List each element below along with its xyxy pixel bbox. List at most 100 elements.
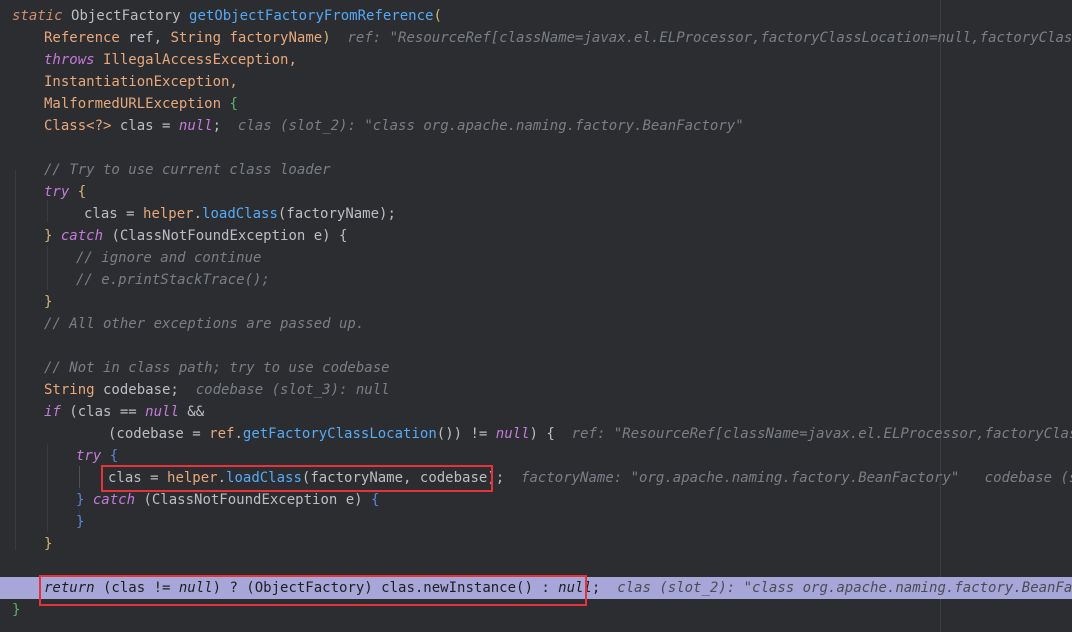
- code-line-28: }: [12, 599, 1072, 621]
- field-helper: helper: [143, 206, 194, 222]
- exception-type: MalformedURLException: [44, 96, 222, 112]
- code-line-20: (codebase = ref.getFactoryClassLocation(…: [108, 423, 1072, 445]
- brace: {: [371, 492, 380, 508]
- code-line-24: }: [76, 511, 1072, 533]
- code-text: ) ? (ObjectFactory) clas.newInstance() :: [212, 580, 559, 596]
- code-text: (clas ==: [60, 404, 146, 420]
- comment: // ignore and continue: [76, 250, 262, 266]
- brace: }: [44, 228, 61, 244]
- code-line-15: // All other exceptions are passed up.: [44, 313, 1072, 335]
- keyword-if: if: [44, 404, 61, 420]
- code-line-9: try {: [44, 181, 1072, 203]
- keyword-try: try: [76, 448, 102, 464]
- code-line-8: // Try to use current class loader: [44, 159, 1072, 181]
- brace: }: [44, 294, 53, 310]
- code-line-11: } catch (ClassNotFoundException e) {: [44, 225, 1072, 247]
- comment: // All other exceptions are passed up.: [44, 316, 365, 332]
- code-text: (ClassNotFoundException e) {: [103, 228, 348, 244]
- type-string: String: [170, 30, 222, 46]
- field-helper: helper: [167, 470, 218, 486]
- code-text: .: [217, 470, 227, 486]
- code-text: (ClassNotFoundException e): [135, 492, 372, 508]
- type-string: String: [44, 382, 95, 398]
- keyword-null: null: [558, 580, 592, 596]
- param-factory-name: factoryName: [229, 30, 323, 46]
- keyword-null: null: [178, 580, 213, 596]
- code-line-27-current-execution[interactable]: return (clas != null) ? (ObjectFactory) …: [0, 577, 1072, 599]
- code-line-21: try {: [76, 445, 1072, 467]
- indent-guide: [47, 246, 48, 290]
- code-line-17: // Not in class path; try to use codebas…: [44, 357, 1072, 379]
- type-reference: Reference: [44, 30, 120, 46]
- code-line-4: InstantiationException,: [44, 71, 1072, 93]
- inline-debug-hint: clas (slot_2): "class org.apache.naming.…: [617, 580, 1072, 596]
- code-text: ) {: [529, 426, 555, 442]
- exception-type: InstantiationException,: [44, 74, 238, 90]
- code-editor[interactable]: static ObjectFactory getObjectFactoryFro…: [0, 0, 1072, 632]
- code-line-18: String codebase; codebase (slot_3): null: [44, 379, 1072, 401]
- code-text: ()) !=: [436, 426, 496, 442]
- code-line-10: clas = helper.loadClass(factoryName);: [84, 203, 1072, 225]
- return-type: ObjectFactory: [71, 8, 181, 24]
- code-text: codebase;: [94, 382, 179, 398]
- code-line-6: Class<?> clas = null; clas (slot_2): "cl…: [44, 115, 1072, 137]
- method-name: getObjectFactoryFromReference: [189, 8, 434, 24]
- inline-debug-hint: ref: "ResourceRef[className=javax.el.ELP…: [347, 30, 1072, 46]
- keyword-throws: throws: [44, 52, 95, 68]
- paren: (: [433, 8, 442, 24]
- code-line-25: }: [44, 533, 1072, 555]
- code-text: ;: [591, 580, 601, 596]
- code-text: (factoryName);: [277, 206, 396, 222]
- comment: // Try to use current class loader: [44, 162, 331, 178]
- inline-debug-hint: codebase (slot_: [984, 470, 1072, 486]
- param-ref: ref: [209, 426, 235, 442]
- brace: {: [77, 184, 87, 200]
- code-text: (codebase =: [108, 426, 210, 442]
- exception-type: IllegalAccessException,: [103, 52, 297, 68]
- param-ref: ref: [128, 30, 154, 46]
- code-text: .: [234, 426, 243, 442]
- brace: }: [76, 492, 93, 508]
- code-line-3: throws IllegalAccessException,: [44, 49, 1072, 71]
- indent-guide: [15, 170, 16, 550]
- code-text: &&: [178, 404, 205, 420]
- indent-guide: [47, 444, 48, 532]
- keyword-catch: catch: [92, 492, 136, 508]
- inline-debug-hint: codebase (slot_3): null: [195, 382, 390, 398]
- brace: {: [109, 448, 119, 464]
- code-text: clas =: [119, 118, 179, 134]
- code-text: ;: [212, 118, 222, 134]
- keyword-return: return: [44, 580, 95, 596]
- keyword-try: try: [44, 184, 70, 200]
- code-line-2: Reference ref, String factoryName) ref: …: [44, 27, 1072, 49]
- code-line-12: // ignore and continue: [76, 247, 1072, 269]
- code-line-14: }: [44, 291, 1072, 313]
- paren: ): [322, 30, 331, 46]
- code-line-13: // e.printStackTrace();: [76, 269, 1072, 291]
- keyword-catch: catch: [60, 228, 104, 244]
- code-text: (factoryName, codebase);: [301, 470, 505, 486]
- indent-guide: [47, 200, 48, 222]
- code-line-5: MalformedURLException {: [44, 93, 1072, 115]
- indent-guide: [79, 466, 80, 488]
- keyword-null: null: [178, 118, 213, 134]
- code-line-1: static ObjectFactory getObjectFactoryFro…: [12, 5, 1072, 27]
- brace: }: [44, 536, 53, 552]
- brace: {: [229, 96, 238, 112]
- code-text: (clas !=: [94, 580, 179, 596]
- code-text: clas =: [84, 206, 144, 222]
- comment: // e.printStackTrace();: [76, 272, 270, 288]
- inline-debug-hint: clas (slot_2): "class org.apache.naming.…: [237, 118, 744, 134]
- code-line-23: } catch (ClassNotFoundException e) {: [76, 489, 1072, 511]
- method-call: loadClass: [202, 206, 278, 222]
- keyword-null: null: [145, 404, 179, 420]
- keyword-null: null: [495, 426, 530, 442]
- inline-debug-hint: ref: "ResourceRef[className=javax.el.ELP…: [571, 426, 1072, 442]
- method-call: getFactoryClassLocation: [242, 426, 437, 442]
- code-text: .: [193, 206, 203, 222]
- type-class: Class<?>: [44, 118, 112, 134]
- brace: }: [12, 602, 21, 618]
- code-line-22: clas = helper.loadClass(factoryName, cod…: [108, 467, 1072, 489]
- inline-debug-hint: factoryName: "org.apache.naming.factory.…: [521, 470, 960, 486]
- code-line-19: if (clas == null &&: [44, 401, 1072, 423]
